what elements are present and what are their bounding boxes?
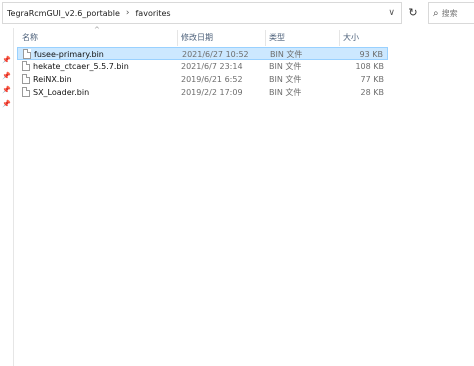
file-name: SX_Loader.bin [33, 88, 90, 97]
file-size: 108 KB [355, 62, 384, 71]
search-icon: ⌕ [433, 7, 439, 19]
search-input[interactable]: ⌕ 搜索 [428, 2, 474, 24]
file-row[interactable]: SX_Loader.bin 2019/2/2 17:09 BIN 文件 28 K… [17, 86, 388, 99]
address-dropdown-icon[interactable]: ∨ [388, 8, 395, 18]
pin-icon: 📌 [2, 86, 11, 94]
file-type: BIN 文件 [269, 62, 302, 71]
file-type: BIN 文件 [269, 75, 302, 84]
pin-icon: 📌 [2, 100, 11, 108]
file-icon [22, 74, 30, 84]
column-header-type[interactable]: 类型 [269, 30, 285, 46]
pin-icon: 📌 [2, 72, 11, 80]
file-size: 28 KB [360, 88, 384, 97]
column-divider[interactable] [339, 30, 340, 46]
file-icon [22, 87, 30, 97]
search-placeholder: 搜索 [441, 8, 458, 18]
file-icon [22, 61, 30, 71]
navigation-pane[interactable]: 📌 📌 📌 📌 [0, 28, 14, 366]
pin-icon: 📌 [2, 56, 11, 64]
file-icon [23, 49, 31, 59]
file-row[interactable]: hekate_ctcaer_5.5.7.bin 2021/6/7 23:14 B… [17, 60, 388, 73]
file-modified: 2021/6/7 23:14 [181, 62, 243, 71]
file-modified: 2019/2/2 17:09 [181, 88, 243, 97]
file-name: hekate_ctcaer_5.5.7.bin [33, 62, 129, 71]
column-header-size[interactable]: 大小 [343, 30, 359, 46]
address-bar[interactable]: TegraRcmGUI_v2.6_portable › favorites ∨ [2, 2, 402, 24]
file-row-selected[interactable]: fusee-primary.bin 2021/6/27 10:52 BIN 文件… [17, 47, 388, 60]
file-size: 77 KB [360, 75, 384, 84]
file-modified: 2019/6/21 6:52 [181, 75, 243, 84]
breadcrumb-chevron-icon[interactable]: › [124, 8, 132, 18]
refresh-icon[interactable]: ↻ [405, 5, 421, 21]
column-header-name[interactable]: 名称 [22, 30, 38, 46]
file-name: ReiNX.bin [33, 75, 72, 84]
file-type: BIN 文件 [269, 88, 302, 97]
column-header-modified[interactable]: 修改日期 [181, 30, 213, 46]
file-row[interactable]: ReiNX.bin 2019/6/21 6:52 BIN 文件 77 KB [17, 73, 388, 86]
column-divider[interactable] [265, 30, 266, 46]
sort-ascending-icon: ^ [94, 26, 100, 34]
column-divider[interactable] [177, 30, 178, 46]
breadcrumb-folder[interactable]: TegraRcmGUI_v2.6_portable [3, 9, 124, 18]
breadcrumb-current[interactable]: favorites [131, 9, 174, 18]
